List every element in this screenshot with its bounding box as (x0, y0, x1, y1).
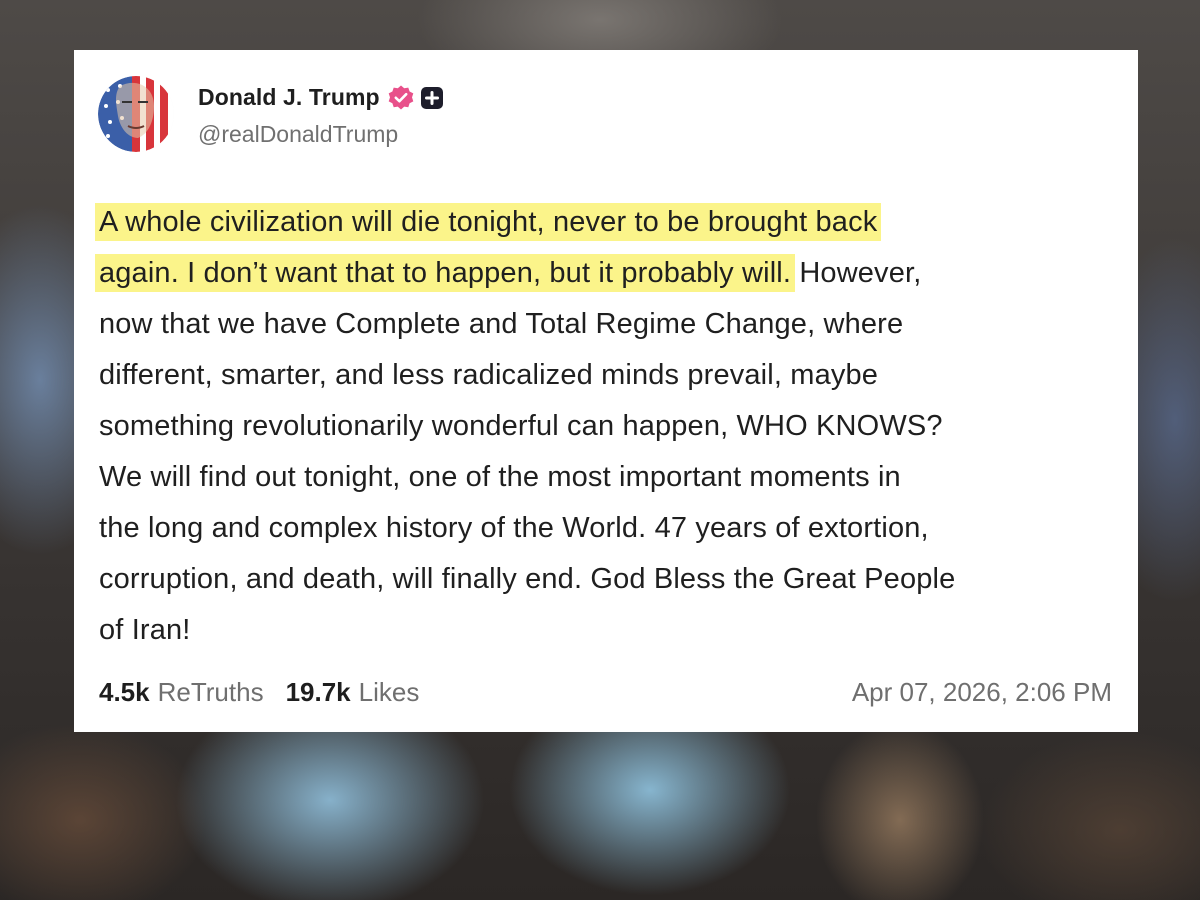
verified-icon (387, 84, 415, 112)
post-header: Donald J. Trump @realDonaldTrump (98, 74, 444, 154)
post-text: the long and complex history of the Worl… (99, 512, 929, 544)
likes-stat[interactable]: 19.7k Likes (286, 677, 420, 708)
post-line: A whole civilization will die tonight, n… (95, 197, 1129, 248)
post-body: A whole civilization will die tonight, n… (95, 197, 1129, 656)
avatar-image (98, 76, 174, 152)
post-line: something revolutionarily wonderful can … (99, 401, 1129, 452)
name-row: Donald J. Trump (198, 81, 444, 115)
post-line: now that we have Complete and Total Regi… (99, 299, 1129, 350)
post-timestamp[interactable]: Apr 07, 2026, 2:06 PM (852, 677, 1112, 708)
post-text: We will find out tonight, one of the mos… (99, 461, 901, 493)
likes-count: 19.7k (285, 676, 351, 707)
post-text: corruption, and death, will finally end.… (99, 563, 956, 595)
post-text: of Iran! (99, 614, 191, 646)
retruths-stat[interactable]: 4.5k ReTruths (99, 677, 264, 708)
post-card: Donald J. Trump @realDonaldTrump A whole… (74, 50, 1138, 732)
post-line: of Iran! (99, 605, 1129, 656)
post-line: the long and complex history of the Worl… (99, 503, 1129, 554)
post-text: something revolutionarily wonderful can … (99, 410, 943, 442)
post-line: different, smarter, and less radicalized… (99, 350, 1129, 401)
post-text: However, (791, 257, 922, 289)
plus-icon (420, 86, 444, 110)
highlighted-text: again. I don’t want that to happen, but … (95, 257, 796, 289)
display-name[interactable]: Donald J. Trump (198, 84, 380, 111)
retruths-count: 4.5k (99, 676, 150, 707)
highlighted-text: A whole civilization will die tonight, n… (95, 206, 882, 238)
post-line: We will find out tonight, one of the mos… (99, 452, 1129, 503)
post-footer: 4.5k ReTruths 19.7k Likes Apr 07, 2026, … (99, 672, 1112, 712)
post-text: different, smarter, and less radicalized… (99, 359, 879, 391)
likes-label: Likes (358, 676, 420, 707)
user-handle[interactable]: @realDonaldTrump (198, 121, 444, 148)
avatar[interactable] (98, 76, 174, 152)
author-info: Donald J. Trump @realDonaldTrump (198, 81, 444, 148)
post-line: corruption, and death, will finally end.… (99, 554, 1129, 605)
retruths-label: ReTruths (157, 676, 264, 707)
post-text: now that we have Complete and Total Regi… (99, 308, 904, 340)
post-line: again. I don’t want that to happen, but … (95, 248, 1129, 299)
